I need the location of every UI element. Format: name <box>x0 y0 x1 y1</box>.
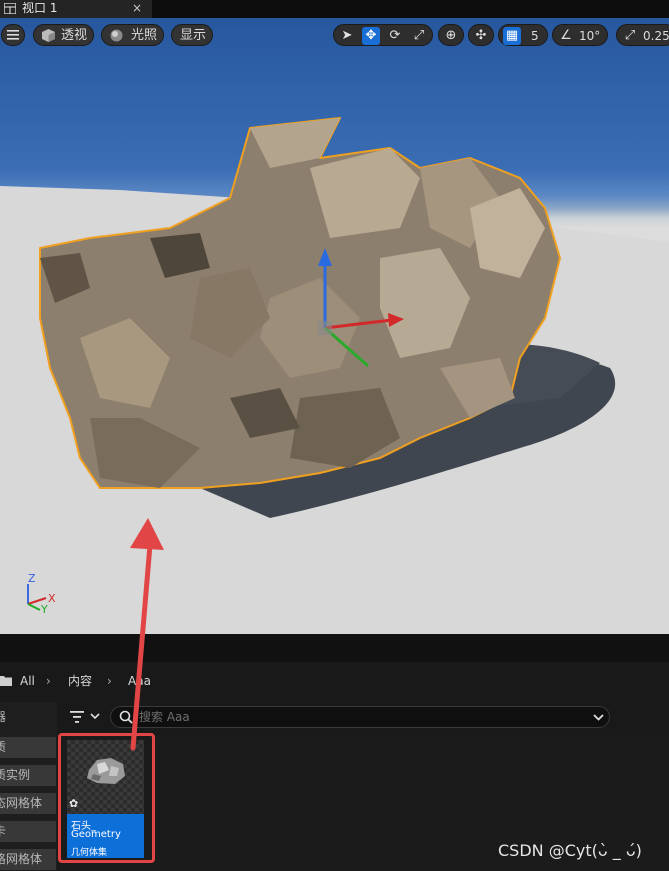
sidebar-item-4[interactable]: 卡 <box>0 821 56 842</box>
perspective-button[interactable]: 透视 <box>33 24 94 46</box>
show-button[interactable]: 显示 <box>171 24 213 46</box>
rotation-snap-value[interactable]: 10° <box>579 25 600 47</box>
scale-snap-value[interactable]: 0.25 <box>643 25 669 47</box>
scene-render <box>0 117 669 634</box>
lighting-button[interactable]: 光照 <box>101 24 164 46</box>
search-placeholder: 搜索 Aaa <box>139 710 190 724</box>
search-input[interactable]: 搜索 Aaa <box>110 706 610 728</box>
cube-icon <box>42 29 55 42</box>
sidebar-item-2[interactable]: 质实例 <box>0 765 56 786</box>
sidebar-item-0[interactable]: 器 <box>0 707 56 728</box>
sidebar-item-5[interactable]: 格网格体 <box>0 849 56 870</box>
folder-icon <box>0 676 12 686</box>
scale-icon[interactable]: ⤢ <box>410 27 428 45</box>
level-viewport[interactable]: Z X Y 透视 光照 显示 ➤ ✥ ⟳ ⤢ ⊕ ✣ ▦ 5 ∠ 10° ⤢ 0… <box>0 18 669 634</box>
filter-icon <box>70 711 84 723</box>
surface-snap-button[interactable]: ✣ <box>468 24 494 46</box>
lighting-label: 光照 <box>131 28 158 43</box>
close-icon[interactable]: × <box>132 0 142 16</box>
rotation-snap-group[interactable]: ∠ 10° <box>552 24 608 46</box>
filter-button[interactable] <box>66 707 104 727</box>
chevron-right-icon: › <box>46 674 51 688</box>
viewport-menu-button[interactable] <box>1 24 25 46</box>
perspective-label: 透视 <box>61 28 88 43</box>
chevron-right-icon: › <box>107 674 112 688</box>
transform-tools: ➤ ✥ ⟳ ⤢ <box>333 24 433 46</box>
axis-y-label: Y <box>41 603 48 616</box>
scale-snap-group[interactable]: ⤢ 0.25 <box>616 24 669 46</box>
chevron-down-icon[interactable] <box>593 714 604 721</box>
breadcrumb-aaa[interactable]: Aaa <box>128 670 151 692</box>
content-browser-header <box>0 634 669 662</box>
scale-snap-icon[interactable]: ⤢ <box>621 27 639 45</box>
sphere-icon <box>110 29 123 42</box>
chevron-down-icon <box>90 713 100 720</box>
sidebar-item-3[interactable]: 态网格体 <box>0 793 56 814</box>
angle-icon[interactable]: ∠ <box>557 27 575 45</box>
grid-snap-value[interactable]: 5 <box>531 25 539 47</box>
show-label: 显示 <box>180 28 207 43</box>
surface-snap-icon: ✣ <box>475 28 487 43</box>
watermark: CSDN @Cyt(ᴗ̀ _ ᴗ́) <box>498 841 642 860</box>
axis-x-label: X <box>48 592 56 605</box>
breadcrumb-content[interactable]: 内容 <box>68 670 92 692</box>
asset-filter-sidebar: 器 质 质实例 态网格体 卡 格网格体 <box>0 702 57 871</box>
grid-snap-group[interactable]: ▦ 5 <box>498 24 548 46</box>
grid-snap-icon[interactable]: ▦ <box>503 27 521 45</box>
breadcrumb-all[interactable]: All <box>20 670 35 692</box>
breadcrumb: All › 内容 › Aaa <box>0 670 669 694</box>
tab-title: 视口 1 <box>22 1 58 15</box>
move-icon[interactable]: ✥ <box>362 27 380 45</box>
hamburger-menu-icon <box>7 30 19 40</box>
annotation-highlight-box <box>58 733 155 863</box>
viewport-tab[interactable]: 视口 1 × <box>0 0 152 19</box>
search-icon <box>119 710 133 724</box>
globe-icon: ⊕ <box>445 28 457 43</box>
axis-z-label: Z <box>28 572 36 585</box>
select-arrow-icon[interactable]: ➤ <box>338 27 356 45</box>
rotate-icon[interactable]: ⟳ <box>386 27 404 45</box>
viewport-grid-icon <box>4 3 16 14</box>
coordinate-space-button[interactable]: ⊕ <box>438 24 464 46</box>
sidebar-item-1[interactable]: 质 <box>0 737 56 758</box>
